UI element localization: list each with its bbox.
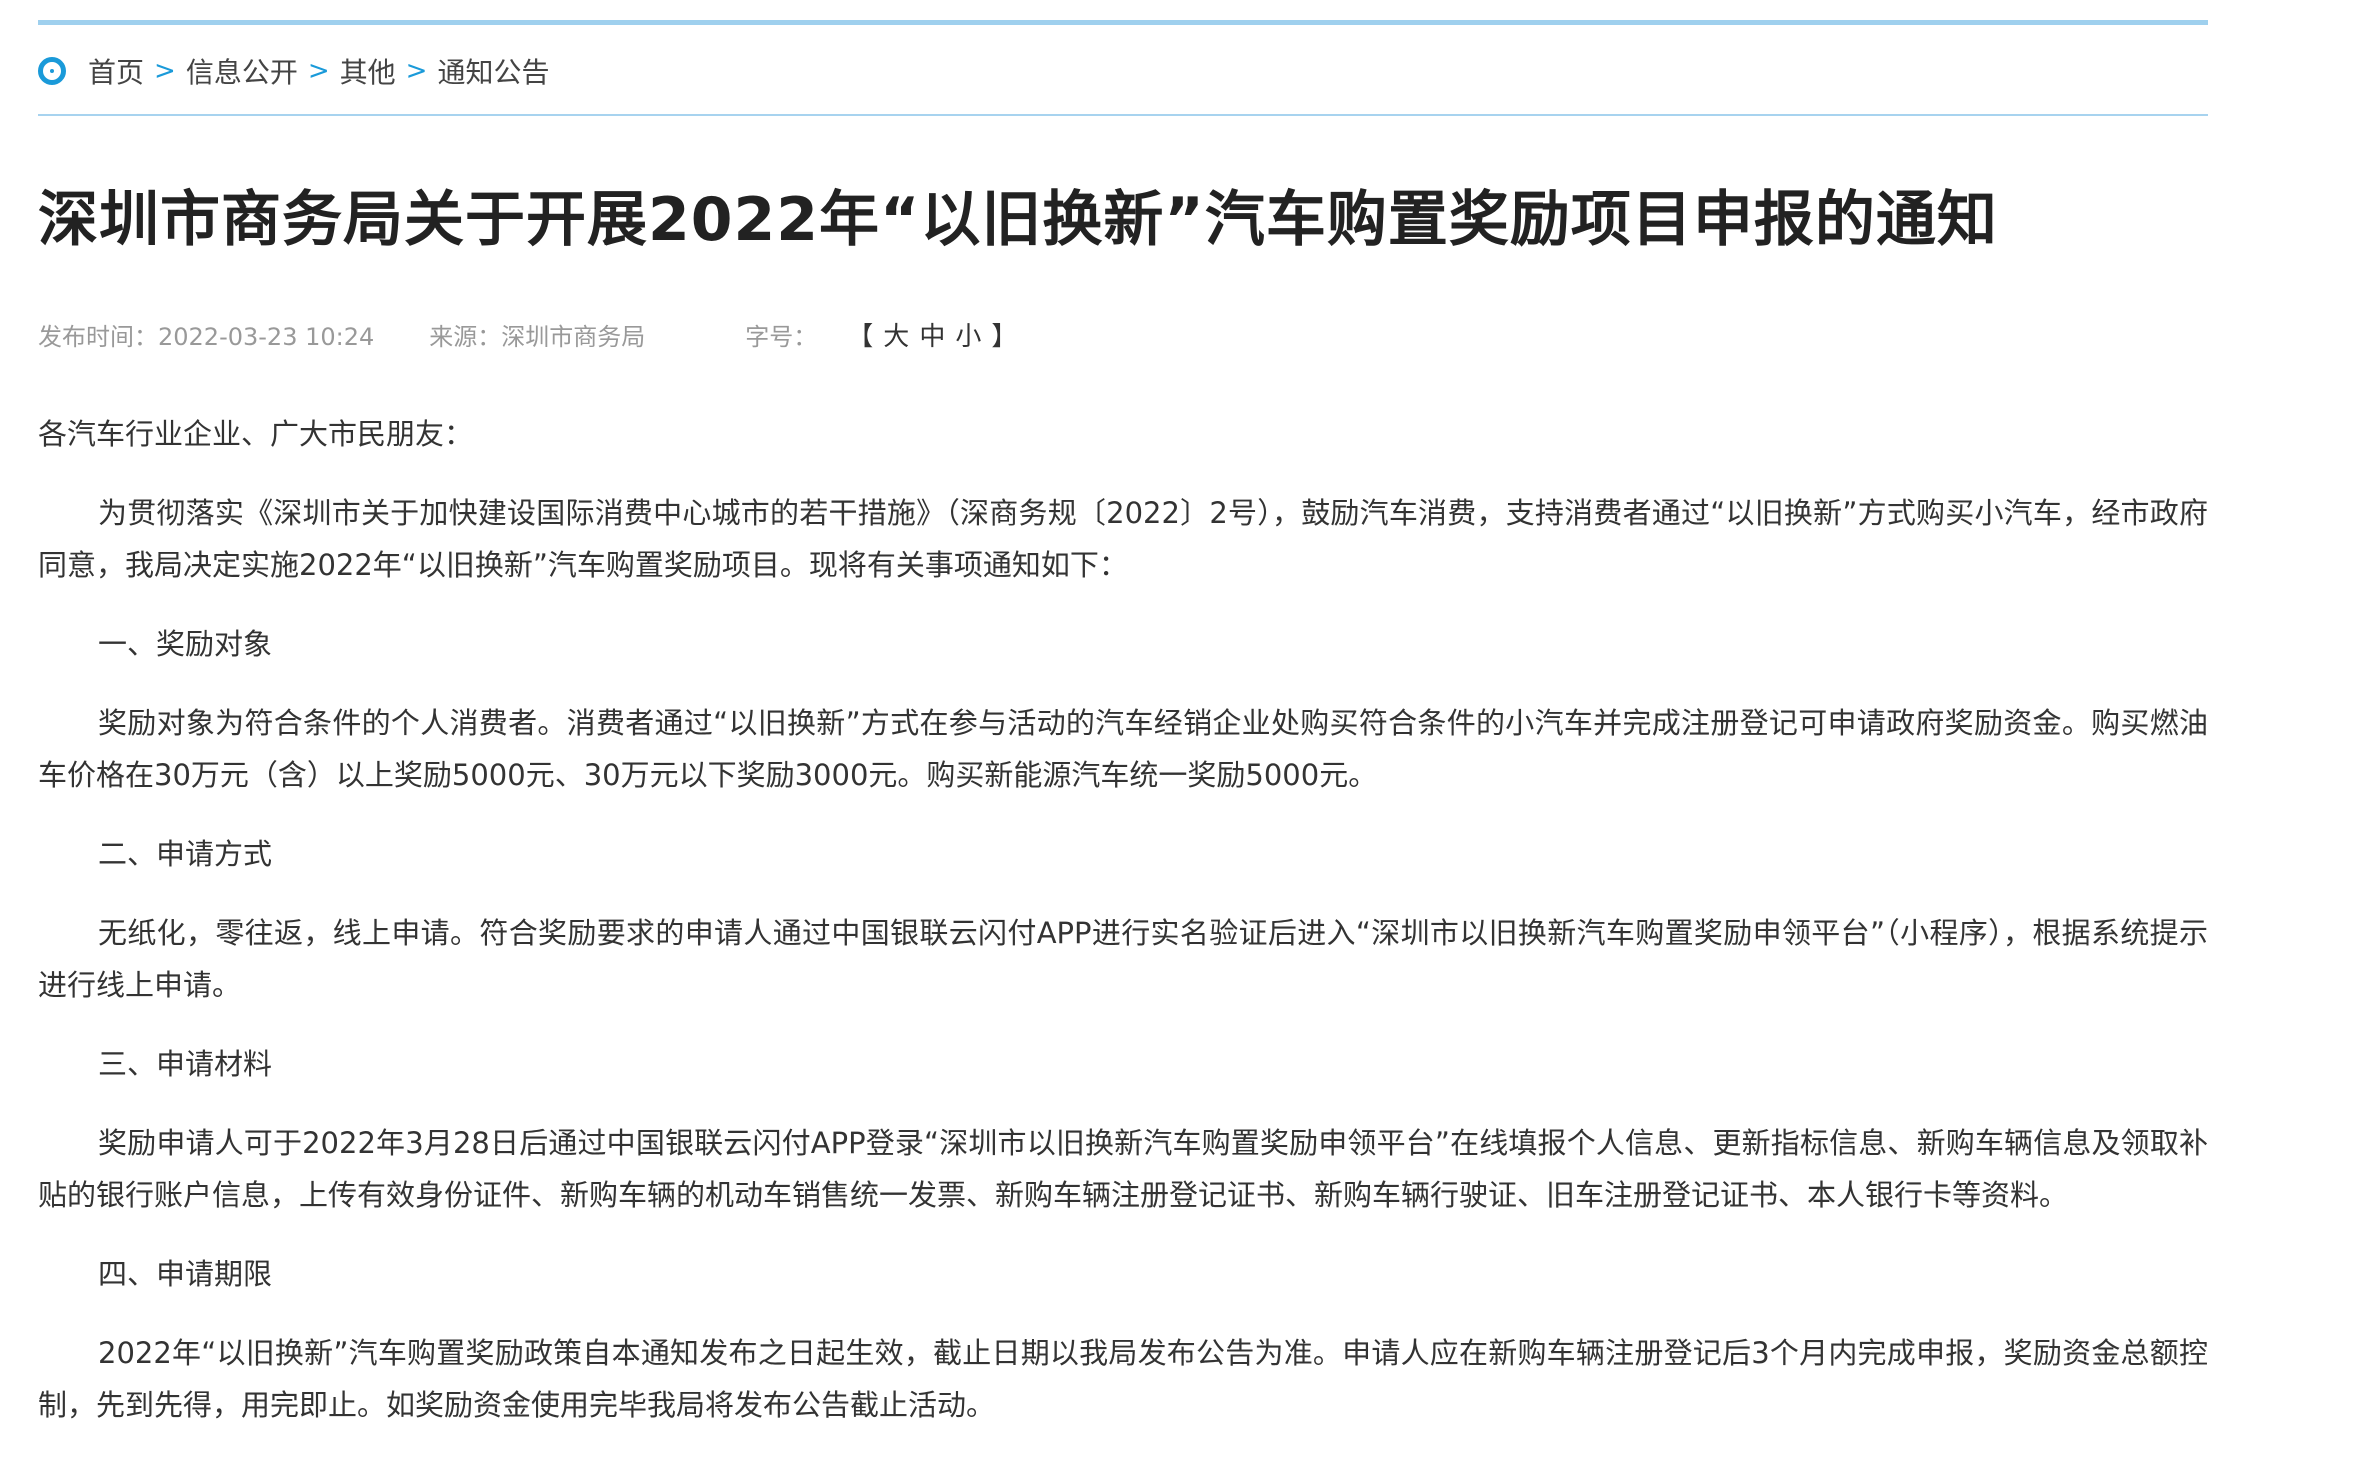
publish-time: 发布时间：2022-03-23 10:24	[38, 322, 375, 351]
font-size-small-button[interactable]: 小	[955, 322, 991, 352]
intro-paragraph: 为贯彻落实《深圳市关于加快建设国际消费中心城市的若干措施》（深商务规〔2022〕…	[38, 496, 2208, 582]
breadcrumb-other[interactable]: 其他	[340, 51, 396, 91]
section-heading-application-period: 四、申请期限	[98, 1257, 273, 1291]
breadcrumb-divider	[38, 114, 2208, 116]
article-source: 来源：深圳市商务局	[429, 322, 646, 351]
location-icon	[38, 57, 66, 85]
breadcrumb-separator: >	[405, 56, 428, 86]
breadcrumb-separator: >	[307, 56, 330, 86]
breadcrumb-separator: >	[154, 56, 176, 86]
font-size-label: 字号：	[745, 322, 818, 351]
breadcrumb-notices[interactable]: 通知公告	[437, 51, 549, 91]
font-size-medium-button[interactable]: 中	[919, 322, 955, 352]
article-body: 各汽车行业企业、广大市民朋友： 为贯彻落实《深圳市关于加快建设国际消费中心城市的…	[38, 408, 2208, 1458]
article-title: 深圳市商务局关于开展2022年“以旧换新”汽车购置奖励项目申报的通知	[38, 185, 1998, 255]
salutation: 各汽车行业企业、广大市民朋友：	[38, 417, 474, 451]
section-body-application-period: 2022年“以旧换新”汽车购置奖励政策自本通知发布之日起生效，截止日期以我局发布…	[38, 1336, 2208, 1422]
breadcrumb-home[interactable]: 首页	[88, 51, 144, 91]
section-body-application-method: 无纸化，零往返，线上申请。符合奖励要求的申请人通过中国银联云闪付APP进行实名验…	[38, 916, 2208, 1002]
article-meta: 发布时间：2022-03-23 10:24 来源：深圳市商务局 字号： 【大中小…	[38, 314, 1027, 354]
font-size-controls: 【大中小】	[847, 316, 1027, 353]
font-size-large-button[interactable]: 大	[883, 322, 919, 352]
section-body-reward-target: 奖励对象为符合条件的个人消费者。消费者通过“以旧换新”方式在参与活动的汽车经销企…	[38, 706, 2208, 792]
section-body-application-materials: 奖励申请人可于2022年3月28日后通过中国银联云闪付APP登录“深圳市以旧换新…	[38, 1126, 2208, 1212]
breadcrumb: 首页 > 信息公开 > 其他 > 通知公告	[38, 48, 2208, 94]
font-size-bracket-close: 】	[991, 321, 1028, 352]
section-heading-application-materials: 三、申请材料	[98, 1047, 273, 1081]
section-heading-application-method: 二、申请方式	[98, 837, 273, 871]
breadcrumb-info-disclosure[interactable]: 信息公开	[186, 51, 298, 91]
section-heading-reward-target: 一、奖励对象	[98, 627, 273, 661]
font-size-bracket-open: 【	[847, 321, 884, 352]
top-divider	[38, 20, 2208, 25]
